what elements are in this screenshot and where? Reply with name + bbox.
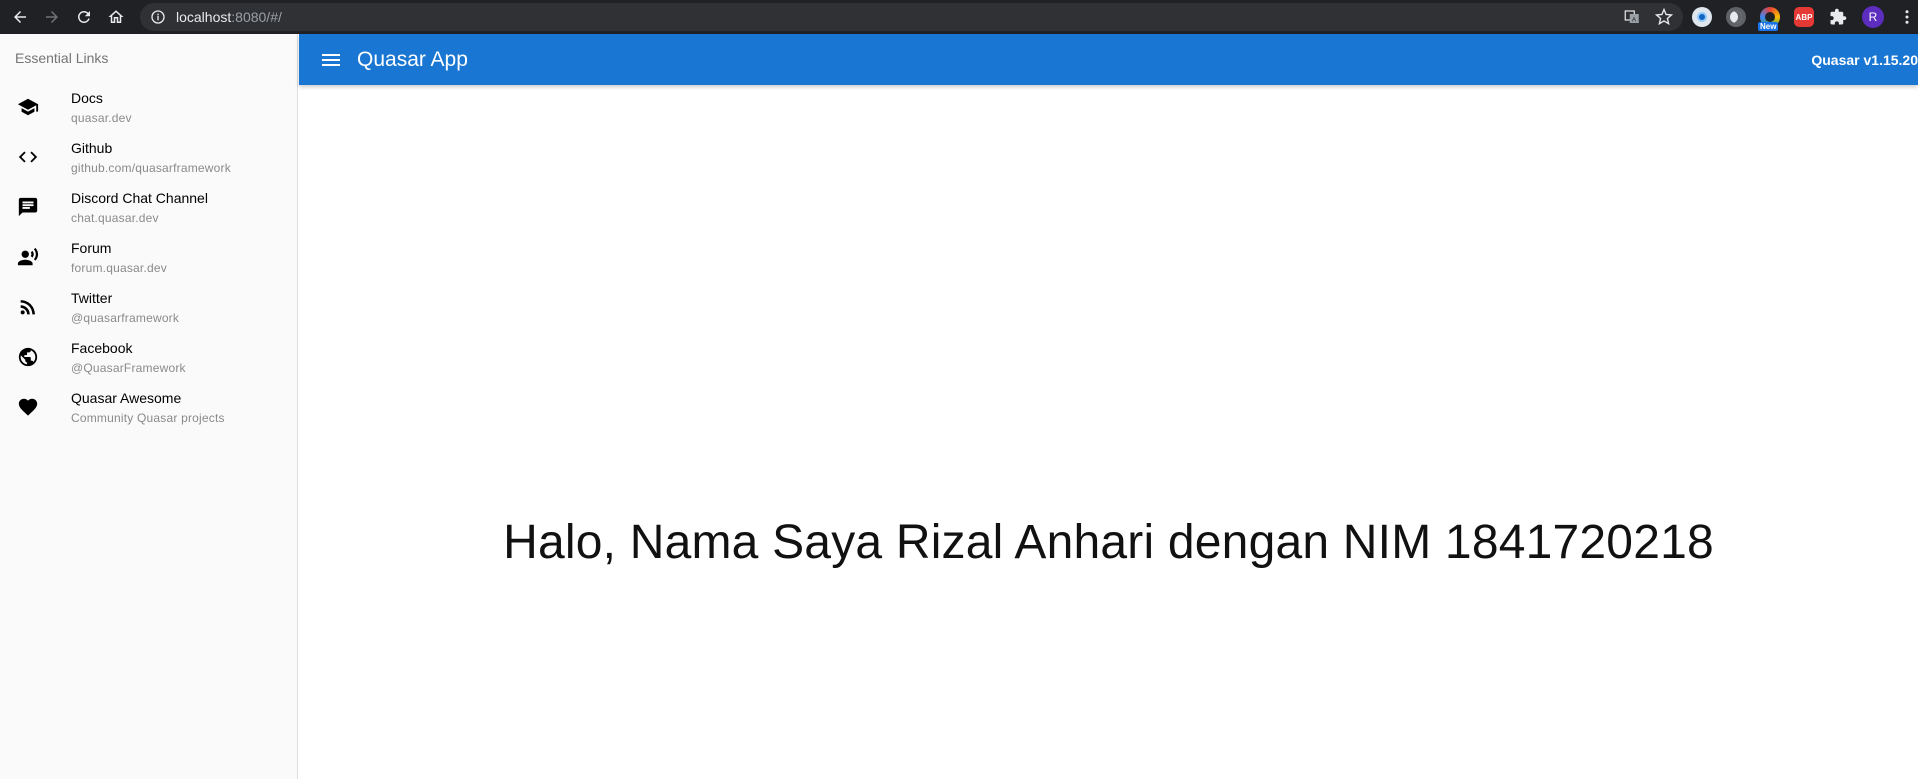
rainbow-extension-icon[interactable] xyxy=(1758,7,1780,31)
url-text: localhost:8080/#/ xyxy=(176,9,282,25)
sidebar-item-caption: Community Quasar projects xyxy=(71,410,225,425)
sidebar-item-title: Github xyxy=(71,139,113,156)
favorite-icon xyxy=(15,394,41,420)
sidebar-drawer: Essential Links Docs quasar.dev Github g… xyxy=(0,34,298,779)
sidebar-item-title: Quasar Awesome xyxy=(71,389,182,406)
reload-button[interactable] xyxy=(68,0,100,34)
public-icon xyxy=(15,344,41,370)
sidebar-item-caption: chat.quasar.dev xyxy=(71,210,159,225)
arrow-left-icon xyxy=(14,11,26,23)
sidebar-item-caption: @QuasarFramework xyxy=(71,360,186,375)
sidebar-header: Essential Links xyxy=(15,50,109,66)
moon-extension-icon[interactable] xyxy=(1726,7,1746,27)
sidebar-item-docs[interactable]: Docs quasar.dev xyxy=(0,82,297,132)
sidebar-item-title: Docs xyxy=(71,89,103,106)
sidebar-item-quasar-awesome[interactable]: Quasar Awesome Community Quasar projects xyxy=(0,382,297,432)
greeting-text: Halo, Nama Saya Rizal Anhari dengan NIM … xyxy=(503,516,1714,569)
profile-avatar[interactable]: R xyxy=(1862,6,1884,28)
page-content: Halo, Nama Saya Rizal Anhari dengan NIM … xyxy=(299,85,1918,779)
sidebar-item-facebook[interactable]: Facebook @QuasarFramework xyxy=(0,332,297,382)
record-voice-icon xyxy=(15,244,41,270)
sidebar-item-caption: @quasarframework xyxy=(71,310,180,325)
rss-feed-icon xyxy=(15,294,41,320)
app-title: Quasar App xyxy=(357,47,468,71)
sidebar-item-discord[interactable]: Discord Chat Channel chat.quasar.dev xyxy=(0,182,297,232)
home-button[interactable] xyxy=(100,0,132,34)
back-button[interactable] xyxy=(4,0,36,34)
abp-extension-icon[interactable]: ABP xyxy=(1794,7,1814,27)
reload-icon xyxy=(77,10,90,23)
sidebar-item-github[interactable]: Github github.com/quasarframework xyxy=(0,132,297,182)
school-icon xyxy=(15,94,41,120)
translate-icon[interactable]: A xyxy=(1623,8,1641,26)
forward-button[interactable] xyxy=(36,0,68,34)
sidebar-item-forum[interactable]: Forum forum.quasar.dev xyxy=(0,232,297,282)
browser-toolbar: localhost:8080/#/ A ABP R xyxy=(0,0,1918,34)
chat-icon xyxy=(15,194,41,220)
star-icon[interactable] xyxy=(1655,8,1673,26)
sidebar-item-title: Forum xyxy=(71,239,112,256)
sidebar-item-title: Discord Chat Channel xyxy=(71,189,208,206)
sidebar-item-twitter[interactable]: Twitter @quasarframework xyxy=(0,282,297,332)
svg-text:A: A xyxy=(1632,18,1636,24)
menu-toggle-button[interactable] xyxy=(311,40,351,80)
sidebar-item-caption: forum.quasar.dev xyxy=(71,260,167,275)
code-icon xyxy=(15,144,41,170)
sidebar-item-caption: github.com/quasarframework xyxy=(71,160,231,175)
more-vert-icon[interactable] xyxy=(1898,8,1916,26)
menu-icon xyxy=(322,53,340,66)
sidebar-item-title: Facebook xyxy=(71,339,133,356)
site-info-icon[interactable] xyxy=(150,9,166,25)
home-icon xyxy=(108,10,124,23)
address-bar[interactable]: localhost:8080/#/ A xyxy=(140,3,1683,31)
sidebar-item-title: Twitter xyxy=(71,289,113,306)
circle-extension-icon[interactable] xyxy=(1692,7,1712,27)
version-label: Quasar v1.15.20 xyxy=(1811,51,1918,68)
sidebar-item-caption: quasar.dev xyxy=(71,110,132,125)
arrow-right-icon xyxy=(46,11,58,23)
puzzle-icon[interactable] xyxy=(1828,7,1848,27)
app-header: Quasar App Quasar v1.15.20 xyxy=(299,34,1918,85)
